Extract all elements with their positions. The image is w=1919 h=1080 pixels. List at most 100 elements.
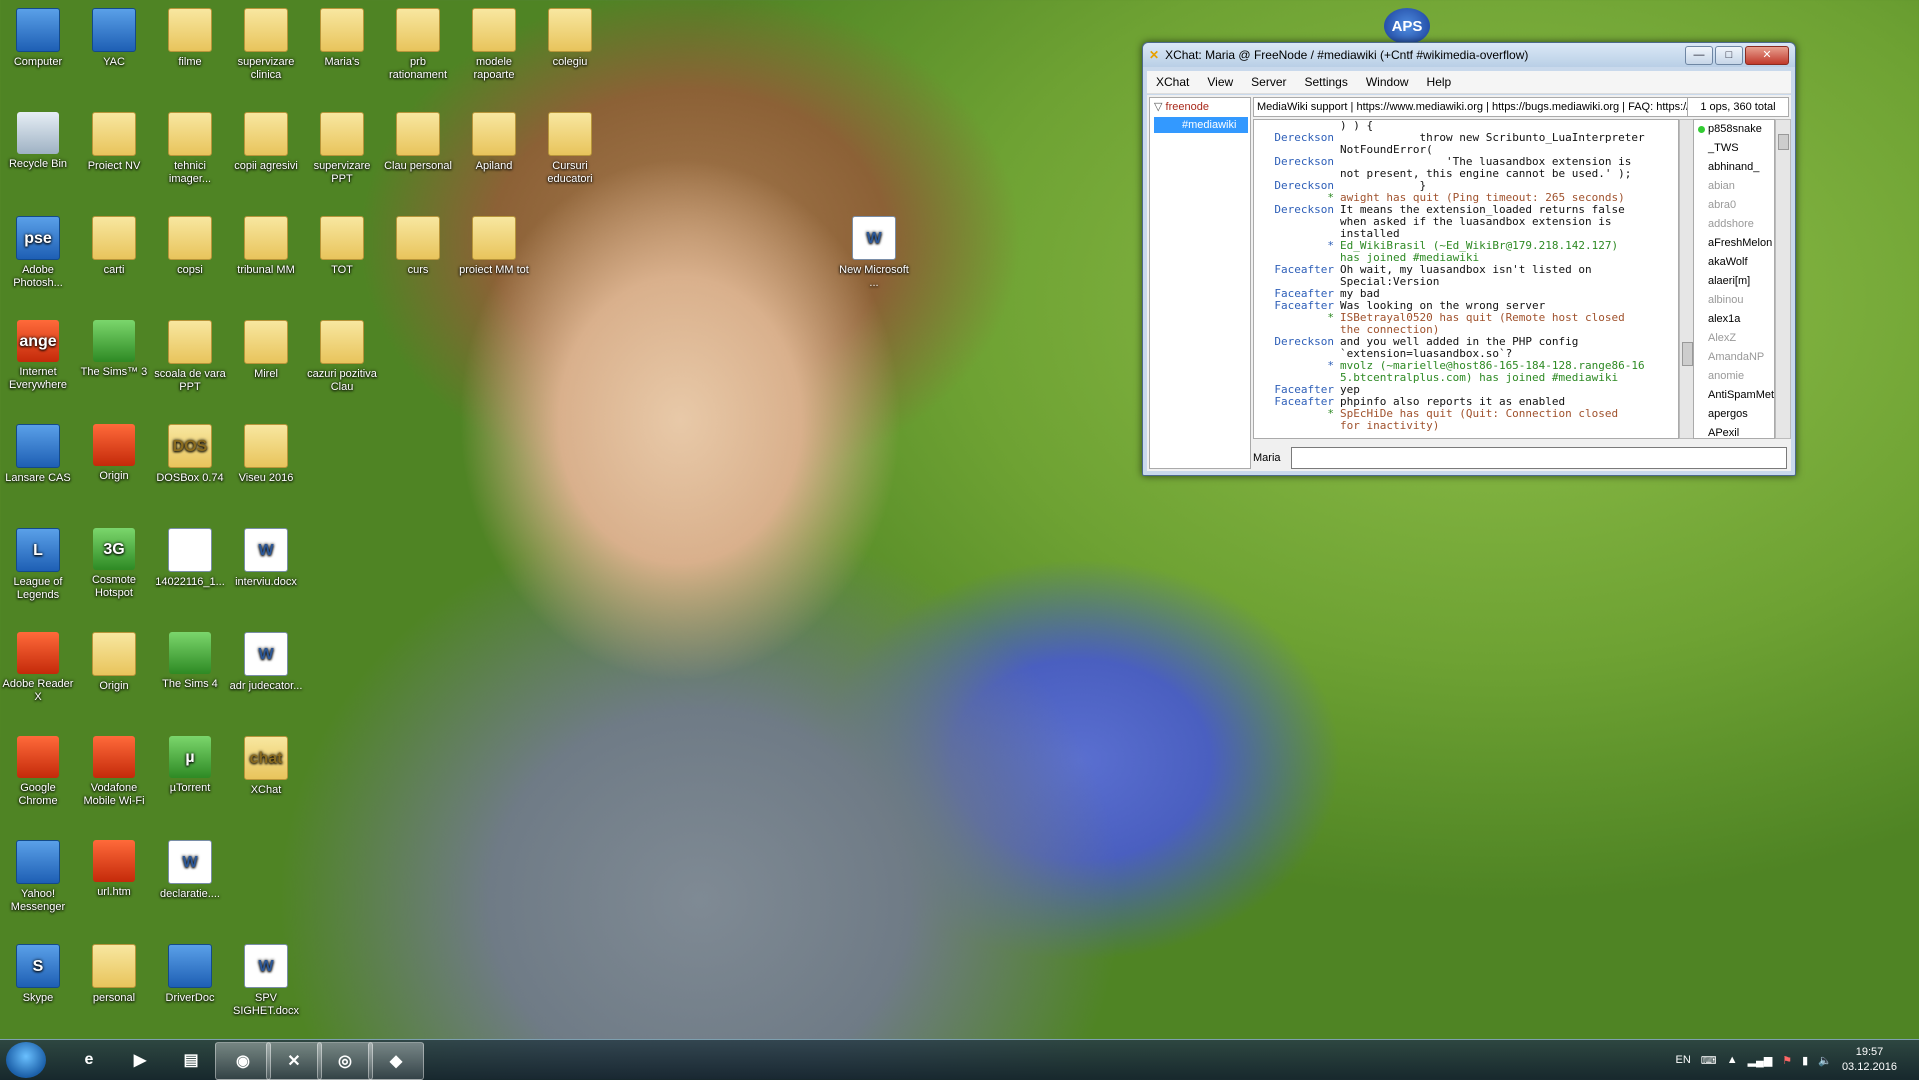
desktop-icon[interactable]: tehnici imager... xyxy=(152,112,228,186)
desktop-icon[interactable]: DriverDoc xyxy=(152,944,228,1005)
user-list-item[interactable]: akaWolf xyxy=(1694,253,1774,272)
network-item[interactable]: ▽ freenode xyxy=(1150,98,1250,115)
chat-nick[interactable]: Dereckson xyxy=(1254,336,1340,348)
window-titlebar[interactable]: ✕ XChat: Maria @ FreeNode / #mediawiki (… xyxy=(1143,43,1795,67)
desktop-icon[interactable]: ange Internet Everywhere xyxy=(0,320,76,392)
scrollbar-thumb[interactable] xyxy=(1682,342,1693,366)
user-list-item[interactable]: abhinand_ xyxy=(1694,158,1774,177)
desktop-icon[interactable]: proiect MM tot xyxy=(456,216,532,277)
user-list-item[interactable]: p858snake xyxy=(1694,120,1774,139)
volume-icon[interactable]: 🔈 xyxy=(1818,1054,1832,1067)
user-list-item[interactable]: AlexZ xyxy=(1694,329,1774,348)
my-nick-label[interactable]: Maria xyxy=(1253,452,1291,464)
menu-view[interactable]: View xyxy=(1198,75,1242,89)
menu-xchat[interactable]: XChat xyxy=(1147,75,1198,89)
desktop-icon[interactable]: url.htm xyxy=(76,840,152,899)
desktop-icon[interactable]: W New Microsoft ... xyxy=(836,216,912,290)
desktop-icon[interactable]: pse Adobe Photosh... xyxy=(0,216,76,290)
maximize-button[interactable]: □ xyxy=(1715,45,1743,65)
topic-field[interactable]: MediaWiki support | https://www.mediawik… xyxy=(1253,97,1691,117)
menu-server[interactable]: Server xyxy=(1242,75,1295,89)
desktop-icon[interactable]: 14022116_1... xyxy=(152,528,228,589)
desktop-icon[interactable]: personal xyxy=(76,944,152,1005)
menu-window[interactable]: Window xyxy=(1357,75,1418,89)
chrome-icon[interactable]: ◉ xyxy=(215,1042,271,1080)
user-list-item[interactable]: apergos xyxy=(1694,405,1774,424)
chat-nick[interactable]: * xyxy=(1254,240,1340,252)
chat-nick[interactable] xyxy=(1254,216,1340,228)
chat-nick[interactable]: Faceafter xyxy=(1254,264,1340,276)
desktop-icon[interactable]: µ µTorrent xyxy=(152,736,228,795)
desktop-icon[interactable]: Google Chrome xyxy=(0,736,76,808)
desktop-icon[interactable]: copsi xyxy=(152,216,228,277)
media-player-icon[interactable]: ▶ xyxy=(113,1042,167,1078)
desktop-icon[interactable]: prb rationament xyxy=(380,8,456,82)
file-explorer-icon[interactable]: ▤ xyxy=(164,1042,218,1078)
desktop-icon[interactable]: Maria's xyxy=(304,8,380,69)
clock[interactable]: 19:57 03.12.2016 xyxy=(1842,1045,1897,1075)
desktop-icon[interactable]: Origin xyxy=(76,632,152,693)
user-list[interactable]: p858snake _TWS abhinand_ abian abra0 addshore… xyxy=(1693,119,1775,439)
desktop-icon[interactable]: Mirel xyxy=(228,320,304,381)
chat-nick[interactable]: * xyxy=(1254,360,1340,372)
desktop-icon[interactable]: supervizare PPT xyxy=(304,112,380,186)
desktop-icon[interactable]: TOT xyxy=(304,216,380,277)
menu-help[interactable]: Help xyxy=(1418,75,1461,89)
user-list-item[interactable]: addshore xyxy=(1694,215,1774,234)
desktop-icon[interactable]: filme xyxy=(152,8,228,69)
minimize-button[interactable]: — xyxy=(1685,45,1713,65)
action-center-flag-icon[interactable]: ⚑ xyxy=(1782,1054,1792,1067)
desktop-icon[interactable]: colegiu xyxy=(532,8,608,69)
message-input[interactable] xyxy=(1291,447,1787,469)
desktop-icon[interactable]: L League of Legends xyxy=(0,528,76,602)
user-list-item[interactable]: abra0 xyxy=(1694,196,1774,215)
user-list-item[interactable]: AntiSpamMet xyxy=(1694,386,1774,405)
desktop-icon[interactable]: supervizare clinica xyxy=(228,8,304,82)
chat-nick[interactable] xyxy=(1254,420,1340,432)
xchat-window[interactable]: ✕ XChat: Maria @ FreeNode / #mediawiki (… xyxy=(1142,42,1796,476)
user-list-item[interactable]: albinou xyxy=(1694,291,1774,310)
desktop-icon[interactable]: scoala de vara PPT xyxy=(152,320,228,394)
desktop-icon[interactable]: curs xyxy=(380,216,456,277)
desktop-icon[interactable]: DOS DOSBox 0.74 xyxy=(152,424,228,485)
desktop-icon[interactable]: Wadr judecator... xyxy=(228,632,304,693)
desktop-icon[interactable]: Winterviu.docx xyxy=(228,528,304,589)
user-list-item[interactable]: alaeri[m] xyxy=(1694,272,1774,291)
menu-settings[interactable]: Settings xyxy=(1296,75,1357,89)
desktop-icon[interactable]: Wdeclaratie.... xyxy=(152,840,228,901)
desktop-icon[interactable]: Adobe Reader X xyxy=(0,632,76,704)
user-list-item[interactable]: abian xyxy=(1694,177,1774,196)
internet-explorer-icon[interactable]: e xyxy=(62,1042,116,1078)
channel-item[interactable]: #mediawiki xyxy=(1154,117,1248,133)
desktop-icon[interactable]: Computer xyxy=(0,8,76,69)
desktop-icon[interactable]: Vodafone Mobile Wi-Fi xyxy=(76,736,152,808)
desktop-icon[interactable]: Lansare CAS xyxy=(0,424,76,485)
desktop-icon[interactable]: W SPV SIGHET.docx xyxy=(228,944,304,1018)
user-list-item[interactable]: AmandaNP xyxy=(1694,348,1774,367)
keyboard-icon[interactable]: ⌨ xyxy=(1701,1054,1717,1067)
userlist-scrollbar[interactable] xyxy=(1775,119,1791,439)
xchat-icon[interactable]: ✕ xyxy=(266,1042,322,1080)
desktop-icon[interactable]: Cursuri educatori xyxy=(532,112,608,186)
scrollbar-thumb[interactable] xyxy=(1778,134,1789,150)
close-button[interactable]: ✕ xyxy=(1745,45,1789,65)
user-list-item[interactable]: anomie xyxy=(1694,367,1774,386)
desktop-icon[interactable]: Origin xyxy=(76,424,152,483)
desktop-icon[interactable]: S Skype xyxy=(0,944,76,1005)
chat-nick[interactable]: Dereckson xyxy=(1254,156,1340,168)
desktop-icon[interactable]: tribunal MM xyxy=(228,216,304,277)
user-list-item[interactable]: APexil xyxy=(1694,424,1774,438)
user-list-item[interactable]: alex1a xyxy=(1694,310,1774,329)
origin-icon[interactable]: ◎ xyxy=(317,1042,373,1080)
desktop-icon[interactable]: Viseu 2016 xyxy=(228,424,304,485)
sims-icon[interactable]: ◆ xyxy=(368,1042,424,1080)
desktop-icon[interactable]: cazuri pozitiva Clau xyxy=(304,320,380,394)
signal-icon[interactable]: ▂▄▆ xyxy=(1748,1054,1773,1067)
chat-nick[interactable]: * xyxy=(1254,408,1340,420)
desktop-icon[interactable]: Clau personal xyxy=(380,112,456,173)
start-button[interactable] xyxy=(6,1042,46,1078)
desktop-icon[interactable]: Recycle Bin xyxy=(0,112,76,171)
battery-icon[interactable]: ▮ xyxy=(1802,1054,1808,1067)
language-indicator[interactable]: EN xyxy=(1676,1054,1691,1066)
chat-log[interactable]: ) ) {Dereckson throw new Scribunto_LuaIn… xyxy=(1253,119,1679,439)
